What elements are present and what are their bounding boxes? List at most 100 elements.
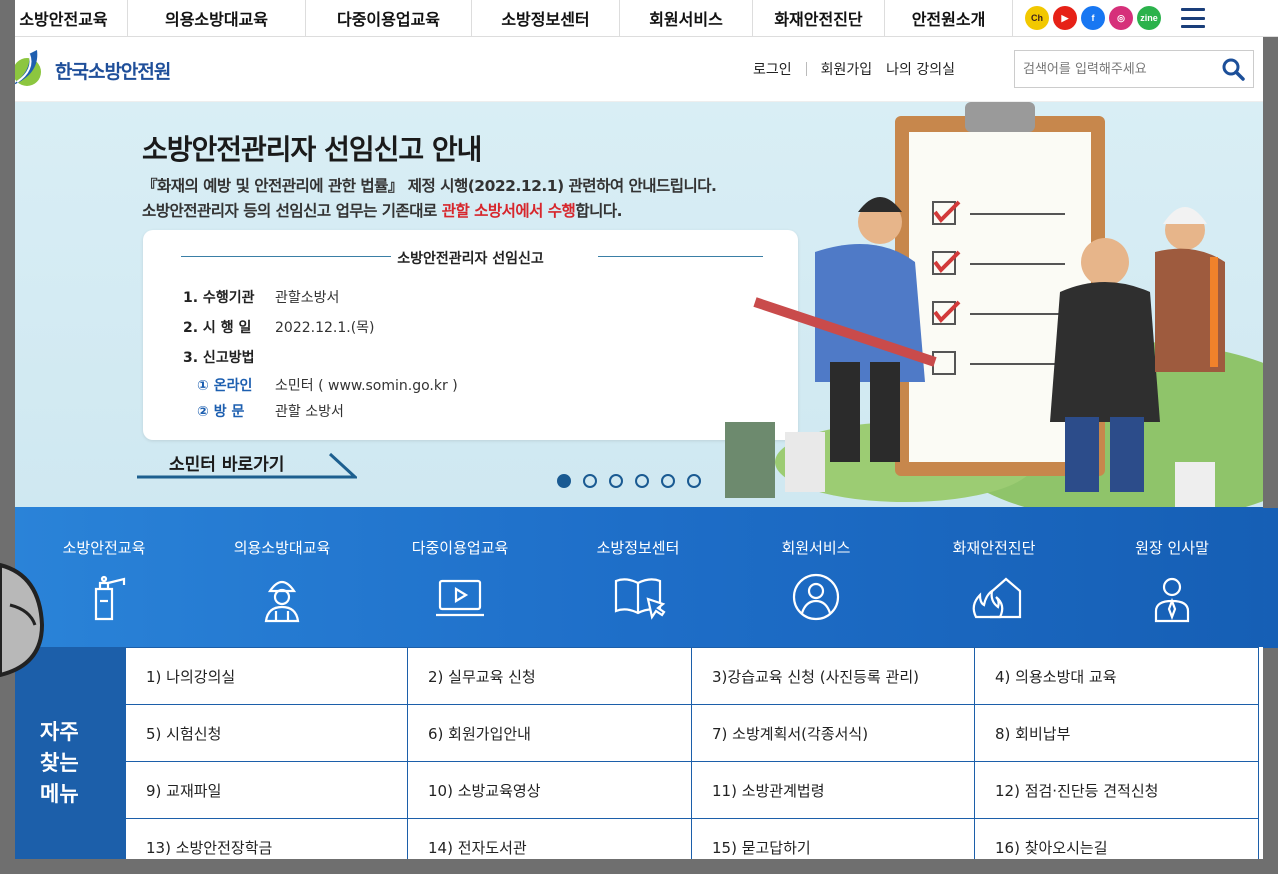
frequent-menu-item-13[interactable]: 13) 소방안전장학금 [125, 819, 408, 859]
frequent-menu: 자주찾는메뉴 1) 나의강의실 2) 실무교육 신청 3)강습교육 신청 (사진등록… [15, 647, 1263, 859]
laptop-play-icon [436, 579, 484, 617]
frequent-menu-item-14[interactable]: 14) 전자도서관 [408, 819, 692, 859]
slide-dot-2[interactable] [583, 474, 597, 488]
page-margin-left [0, 0, 15, 874]
utility-links: 로그인 회원가입 나의 강의실 [753, 59, 955, 79]
frequent-menu-item-15[interactable]: 15) 묻고답하기 [692, 819, 975, 859]
house-fire-icon [972, 577, 1022, 619]
banner-subtitle-2-end: 합니다. [575, 202, 622, 220]
somin-shortcut-link[interactable]: 소민터 바로가기 [137, 450, 357, 480]
logo-text: 한국소방안전원 [55, 60, 171, 83]
join-link[interactable]: 회원가입 [821, 59, 873, 79]
quick-menu-label: 소방정보센터 [596, 539, 680, 557]
quick-menu-bar: 소방안전교육 의용소방대교육 다중이용업교육 소방정보센터 회원서비스 화재안전진단 원장 … [15, 507, 1263, 647]
kakao-channel-icon[interactable]: Ch [1025, 6, 1049, 30]
frequent-title-line: 찾는 [40, 751, 79, 775]
logo-mark-icon [15, 50, 41, 86]
card-row: 3. 신고방법 [183, 342, 458, 372]
top-nav-item-1[interactable]: 소방안전교육 [0, 0, 128, 37]
frequent-title-line: 자주 [40, 720, 79, 744]
quick-menu-label: 다중이용업교육 [411, 539, 509, 557]
frequent-menu-item-4[interactable]: 4) 의용소방대 교육 [975, 648, 1259, 705]
card-row: 2. 시 행 일 2022.12.1.(목) [183, 312, 458, 342]
card-rows: 1. 수행기관 관할소방서 2. 시 행 일 2022.12.1.(목) 3. 신고방법… [183, 282, 458, 424]
banner-subtitle-1: 『화재의 예방 및 안전관리에 관한 법률』 제정 시행(2022.12.1) … [142, 177, 717, 195]
user-circle-icon [792, 573, 840, 621]
my-class-link[interactable]: 나의 강의실 [886, 59, 955, 79]
frequent-menu-item-9[interactable]: 9) 교재파일 [125, 762, 408, 819]
top-nav-item-4[interactable]: 소방정보센터 [472, 0, 620, 37]
quick-menu-item-2[interactable]: 의용소방대교육 [193, 507, 371, 647]
card-row-key: 1. 수행기관 [183, 290, 255, 306]
search-icon[interactable] [1221, 57, 1245, 81]
frequent-menu-item-12[interactable]: 12) 점검·진단등 견적신청 [975, 762, 1259, 819]
person-tie-icon [1154, 577, 1190, 623]
quick-menu-label: 화재안전진단 [952, 539, 1036, 557]
site-header: 한국소방안전원 로그인 회원가입 나의 강의실 [15, 37, 1263, 102]
quick-menu-item-5[interactable]: 회원서비스 [727, 507, 905, 647]
card-row-value: 관할소방서 [275, 290, 340, 306]
hamburger-menu-icon[interactable] [1181, 8, 1205, 28]
slide-dot-4[interactable] [635, 474, 649, 488]
top-nav-item-6[interactable]: 화재안전진단 [753, 0, 885, 37]
banner-title: 소방안전관리자 선임신고 안내 [142, 133, 482, 166]
card-subrow: ① 온라인 소민터 ( www.somin.go.kr ) [183, 372, 458, 398]
frequent-menu-item-7[interactable]: 7) 소방계획서(각종서식) [692, 705, 975, 762]
frequent-menu-item-11[interactable]: 11) 소방관계법령 [692, 762, 975, 819]
quick-menu-item-7[interactable]: 원장 인사말 [1083, 507, 1261, 647]
frequent-menu-item-6[interactable]: 6) 회원가입안내 [408, 705, 692, 762]
quick-menu-item-4[interactable]: 소방정보센터 [549, 507, 727, 647]
banner-highlight-text: 관할 소방서에서 수행 [441, 202, 576, 220]
book-cursor-icon [614, 578, 666, 620]
frequent-menu-item-16[interactable]: 16) 찾아오시는길 [975, 819, 1259, 859]
fire-extinguisher-icon [94, 575, 126, 621]
webzine-icon[interactable]: zine [1137, 6, 1161, 30]
quick-menu-item-6[interactable]: 화재안전진단 [905, 507, 1083, 647]
frequent-menu-item-8[interactable]: 8) 회비납부 [975, 705, 1259, 762]
frequent-menu-grid: 1) 나의강의실 2) 실무교육 신청 3)강습교육 신청 (사진등록 관리) 4) … [125, 647, 1259, 859]
quick-menu-label: 의용소방대교육 [233, 539, 331, 557]
site-logo[interactable]: 한국소방안전원 [15, 48, 171, 92]
divider [805, 62, 807, 76]
top-nav-items: 소방안전교육 의용소방대교육 다중이용업교육 소방정보센터 회원서비스 화재안전진단 안전원… [0, 0, 1013, 37]
login-link[interactable]: 로그인 [753, 59, 792, 79]
frequent-menu-item-10[interactable]: 10) 소방교육영상 [408, 762, 692, 819]
card-subrow: ② 방 문 관할 소방서 [183, 398, 458, 424]
instagram-icon[interactable]: ◎ [1109, 6, 1133, 30]
fire-safety-illustration [725, 102, 1263, 508]
site-container: 한국소방안전원 로그인 회원가입 나의 강의실 소방안전관리자 선임신고 안내 … [15, 37, 1263, 859]
top-nav-item-2[interactable]: 의용소방대교육 [128, 0, 306, 37]
card-row-key: 3. 신고방법 [183, 350, 255, 366]
firefighter-icon [264, 580, 300, 623]
card-row-key: 2. 시 행 일 [183, 320, 252, 336]
search-input[interactable] [1023, 61, 1221, 77]
mascot-hand-decoration [0, 562, 45, 678]
slide-dot-1[interactable] [557, 474, 571, 488]
quick-menu-label: 원장 인사말 [1135, 539, 1209, 557]
top-navigation: 소방안전교육 의용소방대교육 다중이용업교육 소방정보센터 회원서비스 화재안전진단 안전원… [0, 0, 1278, 37]
main-banner[interactable]: 소방안전관리자 선임신고 안내 『화재의 예방 및 안전관리에 관한 법률』 제… [15, 102, 1263, 508]
frequent-menu-item-1[interactable]: 1) 나의강의실 [125, 648, 408, 705]
banner-subtitle-2-text: 소방안전관리자 등의 선임신고 업무는 기존대로 [142, 202, 442, 220]
youtube-icon[interactable]: ▶ [1053, 6, 1077, 30]
quick-menu-item-3[interactable]: 다중이용업교육 [371, 507, 549, 647]
top-nav-item-5[interactable]: 회원서비스 [620, 0, 753, 37]
social-links: Ch ▶ f ◎ zine [1025, 6, 1161, 30]
frequent-menu-item-3[interactable]: 3)강습교육 신청 (사진등록 관리) [692, 648, 975, 705]
card-subrow-value: 소민터 ( www.somin.go.kr ) [275, 378, 458, 394]
card-row: 1. 수행기관 관할소방서 [183, 282, 458, 312]
top-nav-item-7[interactable]: 안전원소개 [885, 0, 1013, 37]
slide-dot-3[interactable] [609, 474, 623, 488]
card-subrow-key: ① 온라인 [197, 378, 253, 394]
frequent-menu-item-2[interactable]: 2) 실무교육 신청 [408, 648, 692, 705]
card-row-value: 2022.12.1.(목) [275, 320, 375, 336]
search-box [1014, 50, 1254, 88]
frequent-title-line: 메뉴 [40, 782, 79, 806]
banner-subtitle-2: 소방안전관리자 등의 선임신고 업무는 기존대로 관할 소방서에서 수행합니다. [142, 199, 622, 221]
card-subrow-value: 관할 소방서 [275, 404, 344, 420]
facebook-icon[interactable]: f [1081, 6, 1105, 30]
frequent-menu-item-5[interactable]: 5) 시험신청 [125, 705, 408, 762]
top-nav-item-3[interactable]: 다중이용업교육 [306, 0, 472, 37]
quick-menu-label: 회원서비스 [781, 539, 851, 557]
arrow-underline-icon [137, 452, 357, 479]
